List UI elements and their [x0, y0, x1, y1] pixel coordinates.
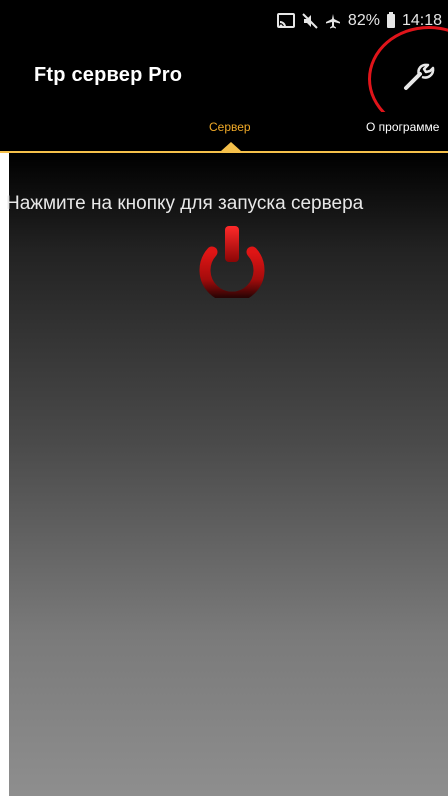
power-icon — [199, 226, 265, 303]
power-button[interactable] — [184, 226, 280, 303]
cast-icon — [276, 13, 295, 29]
airplane-icon — [325, 13, 341, 29]
mute-icon — [302, 13, 318, 29]
app-title: Ftp сервер Pro — [34, 64, 183, 86]
tab-about[interactable]: О программе — [366, 120, 439, 134]
tab-server[interactable]: Сервер — [209, 120, 251, 134]
battery-icon — [386, 12, 395, 28]
app-screen: 82% 14:18 Ftp сервер Pro Сервер О програ… — [0, 0, 448, 796]
tab-bar: Сервер О программе — [0, 112, 448, 152]
tab-indicator — [221, 142, 241, 151]
battery-percent: 82% — [347, 12, 380, 29]
status-bar: 82% 14:18 — [0, 0, 448, 42]
app-bar: Ftp сервер Pro — [0, 26, 448, 132]
left-edge-strip — [0, 153, 9, 796]
start-hint-text: Нажмите на кнопку для запуска сервера — [6, 193, 364, 214]
